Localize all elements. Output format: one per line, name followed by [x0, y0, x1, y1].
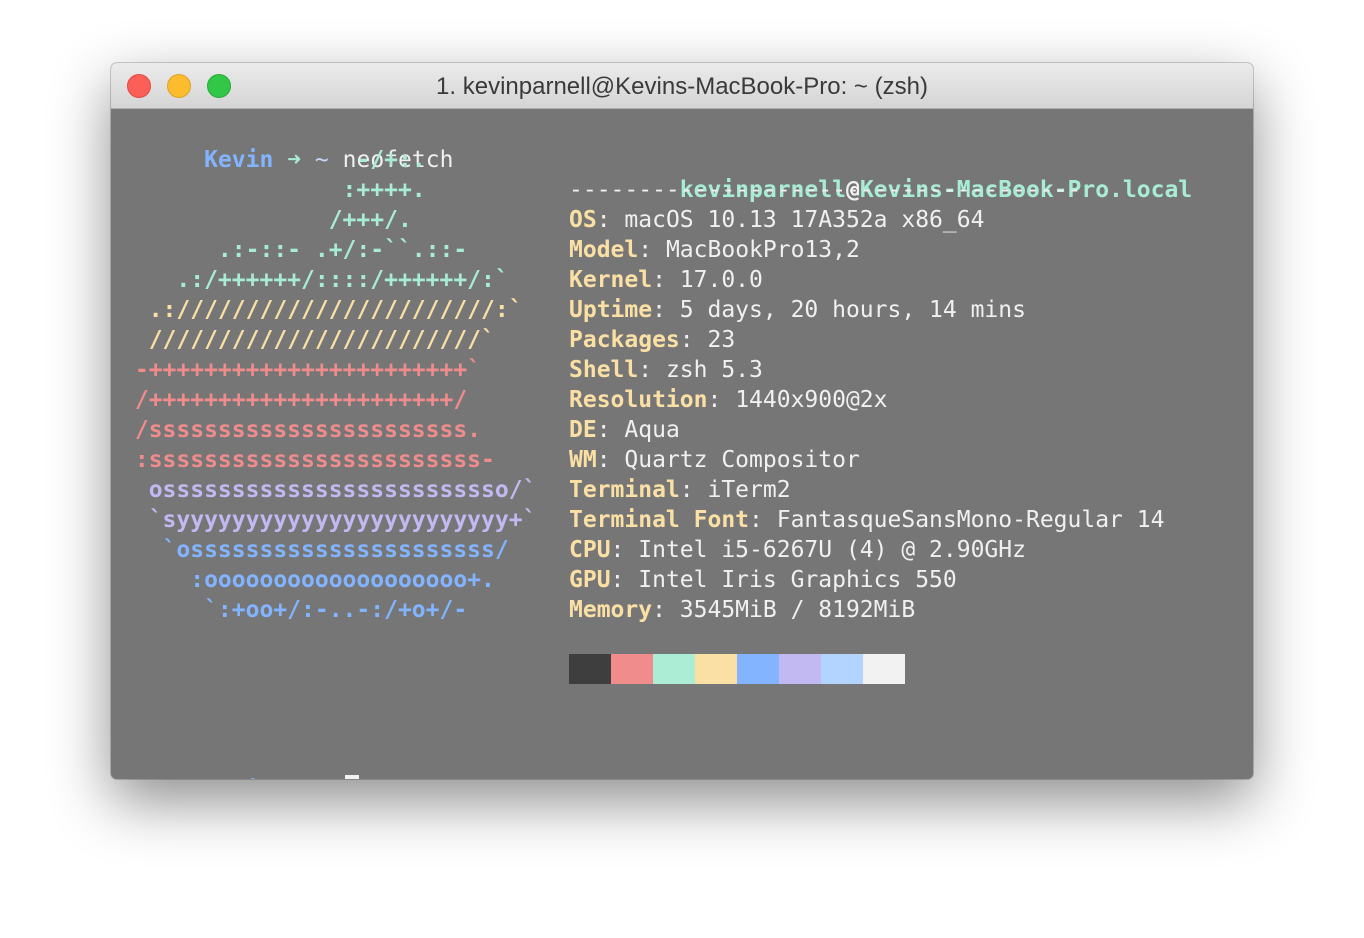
- info-value: MacBookPro13,2: [665, 237, 860, 263]
- info-field-uptime: Uptime: 5 days, 20 hours, 14 mins: [569, 295, 1026, 325]
- palette-swatch: [611, 654, 653, 684]
- ascii-art-line: .:///////////////////////:`: [121, 297, 523, 323]
- info-value: iTerm2: [707, 477, 791, 503]
- info-colon: :: [610, 567, 639, 593]
- prompt-line-current[interactable]: Kevin ➜ ~: [121, 745, 359, 779]
- ascii-art-line: .:/++++++/::::/++++++/:`: [121, 267, 509, 293]
- ascii-art-line: `syyyyyyyyyyyyyyyyyyyyyyyy+`: [121, 507, 537, 533]
- info-field-model: Model: MacBookPro13,2: [569, 235, 860, 265]
- info-field-resolution: Resolution: 1440x900@2x: [569, 385, 888, 415]
- palette-swatch: [737, 654, 779, 684]
- color-palette: [569, 654, 905, 684]
- ascii-art-line: /sssssssssssssssssssssss.: [121, 417, 482, 443]
- info-field-kernel: Kernel: 17.0.0: [569, 265, 763, 295]
- user-host-line: kevinparnell@Kevins-MacBook-Pro.local: [569, 145, 1192, 203]
- info-key: DE: [569, 417, 597, 443]
- info-field-shell: Shell: zsh 5.3: [569, 355, 763, 385]
- info-colon: :: [679, 477, 708, 503]
- info-value: 17.0.0: [679, 267, 763, 293]
- info-value: Intel Iris Graphics 550: [638, 567, 957, 593]
- info-colon: :: [679, 327, 708, 353]
- info-value: 5 days, 20 hours, 14 mins: [679, 297, 1026, 323]
- palette-swatch: [779, 654, 821, 684]
- text-cursor: [344, 775, 359, 779]
- ascii-art-line: :ooooooooooooooooooo+.: [121, 567, 495, 593]
- info-value: Intel i5-6267U (4) @ 2.90GHz: [638, 537, 1026, 563]
- prompt-directory: ~: [315, 777, 329, 779]
- info-value: 1440x900@2x: [735, 387, 888, 413]
- info-field-terminal-font: Terminal Font: FantasqueSansMono-Regular…: [569, 505, 1164, 535]
- info-key: Memory: [569, 597, 653, 623]
- info-colon: :: [707, 387, 736, 413]
- info-value: zsh 5.3: [665, 357, 763, 383]
- info-colon: :: [749, 507, 777, 533]
- terminal-content[interactable]: Kevin ➜ ~ neofetch -/+:. :++++. /+++/. .…: [111, 109, 1253, 779]
- info-value: 23: [707, 327, 736, 353]
- palette-swatch: [569, 654, 611, 684]
- ascii-art-line: osssssssssssssssssssssssso/`: [121, 477, 537, 503]
- terminal-window: 1. kevinparnell@Kevins-MacBook-Pro: ~ (z…: [111, 63, 1253, 779]
- info-key: Uptime: [569, 297, 653, 323]
- palette-swatch: [863, 654, 905, 684]
- ascii-art-line: .:-::- .+/:-``.::-: [121, 237, 468, 263]
- info-key: Terminal Font: [569, 507, 750, 533]
- prompt-line: Kevin ➜ ~ neofetch: [121, 115, 453, 173]
- palette-swatch: [695, 654, 737, 684]
- info-key: OS: [569, 207, 597, 233]
- ascii-art-line: -+++++++++++++++++++++++`: [121, 357, 482, 383]
- ascii-art-line: `:+oo+/:-..-:/+o+/-: [121, 597, 468, 623]
- ascii-art-line: /+++/.: [121, 207, 412, 233]
- info-colon: :: [638, 237, 666, 263]
- palette-swatch: [821, 654, 863, 684]
- ascii-art-line: -/+:.: [121, 147, 426, 173]
- info-value: FantasqueSansMono-Regular 14: [776, 507, 1165, 533]
- info-colon: :: [652, 267, 680, 293]
- info-key: Terminal: [569, 477, 680, 503]
- info-key: Packages: [569, 327, 680, 353]
- ascii-art-line: /++++++++++++++++++++++/: [121, 387, 468, 413]
- info-colon: :: [596, 207, 625, 233]
- palette-swatch: [653, 654, 695, 684]
- info-key: Resolution: [569, 387, 708, 413]
- info-colon: :: [596, 417, 625, 443]
- info-colon: :: [638, 357, 666, 383]
- info-value: Quartz Compositor: [624, 447, 860, 473]
- ascii-art-line: `ossssssssssssssssssssss/: [121, 537, 509, 563]
- info-colon: :: [652, 597, 680, 623]
- info-field-gpu: GPU: Intel Iris Graphics 550: [569, 565, 957, 595]
- info-colon: :: [610, 537, 639, 563]
- info-field-os: OS: macOS 10.13 17A352a x86_64: [569, 205, 984, 235]
- ascii-art-line: ////////////////////////`: [121, 327, 495, 353]
- info-field-memory: Memory: 3545MiB / 8192MiB: [569, 595, 915, 625]
- window-title: 1. kevinparnell@Kevins-MacBook-Pro: ~ (z…: [436, 73, 928, 100]
- info-key: CPU: [569, 537, 611, 563]
- info-field-terminal: Terminal: iTerm2: [569, 475, 791, 505]
- ascii-art-line: :++++.: [121, 177, 426, 203]
- info-key: Shell: [569, 357, 639, 383]
- info-colon: :: [652, 297, 680, 323]
- ascii-art-line: :ssssssssssssssssssssssss-: [121, 447, 495, 473]
- info-field-packages: Packages: 23: [569, 325, 735, 355]
- info-separator: -------------------------------------: [569, 177, 1082, 203]
- title-bar[interactable]: 1. kevinparnell@Kevins-MacBook-Pro: ~ (z…: [111, 63, 1253, 109]
- prompt-user: Kevin: [204, 777, 273, 779]
- info-value: 3545MiB / 8192MiB: [679, 597, 916, 623]
- info-value: macOS 10.13 17A352a x86_64: [624, 207, 985, 233]
- info-field-cpu: CPU: Intel i5-6267U (4) @ 2.90GHz: [569, 535, 1026, 565]
- info-key: Model: [569, 237, 639, 263]
- info-colon: :: [596, 447, 625, 473]
- info-key: Kernel: [569, 267, 653, 293]
- info-key: WM: [569, 447, 597, 473]
- prompt-arrow-icon: ➜: [287, 777, 301, 779]
- info-value: Aqua: [624, 417, 680, 443]
- info-field-wm: WM: Quartz Compositor: [569, 445, 860, 475]
- info-field-de: DE: Aqua: [569, 415, 680, 445]
- info-key: GPU: [569, 567, 611, 593]
